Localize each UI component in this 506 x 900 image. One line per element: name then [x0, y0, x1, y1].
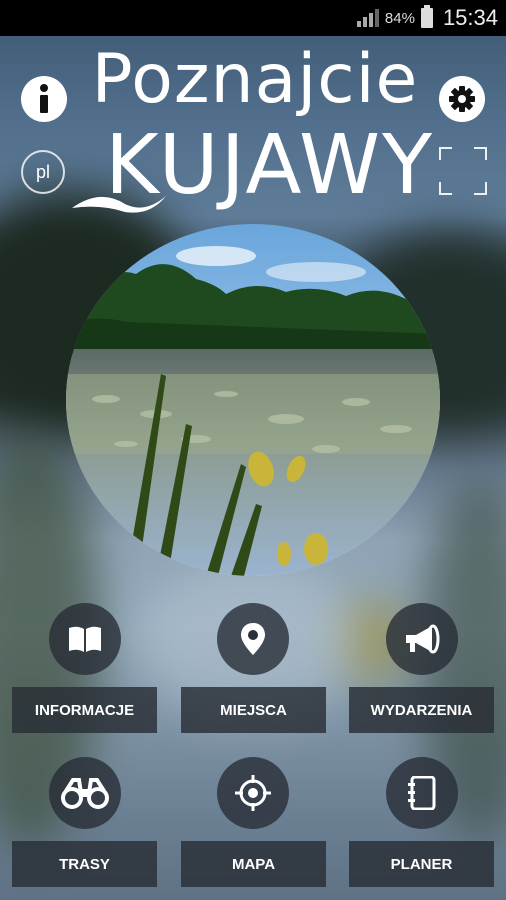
info-button[interactable]	[21, 76, 67, 122]
status-time: 15:34	[442, 5, 498, 30]
informacje-icon-button[interactable]	[49, 603, 121, 675]
signal-icon	[356, 9, 379, 27]
status-bar: 84% 15:34	[0, 0, 506, 36]
battery-percent: 84%	[384, 9, 415, 27]
gear-icon	[449, 86, 475, 112]
fullscreen-button[interactable]	[438, 146, 488, 196]
menu-item-informacje[interactable]: INFORMACJE	[12, 687, 157, 733]
wydarzenia-icon-button[interactable]	[386, 603, 458, 675]
mapa-icon-button[interactable]	[217, 757, 289, 829]
logo-title-line1: Poznajcie	[91, 40, 419, 119]
notebook-icon	[408, 776, 436, 810]
settings-button[interactable]	[439, 76, 485, 122]
trasy-icon-button[interactable]	[49, 757, 121, 829]
crosshair-icon	[235, 775, 271, 811]
info-icon	[40, 84, 48, 113]
menu-item-miejsca[interactable]: MIEJSCA	[181, 687, 326, 733]
battery-icon	[420, 5, 433, 28]
fullscreen-icon	[439, 147, 487, 195]
menu-item-mapa[interactable]: MAPA	[181, 841, 326, 887]
language-button[interactable]: pl	[21, 150, 65, 194]
planer-icon-button[interactable]	[386, 757, 458, 829]
menu-item-planer[interactable]: PLANER	[349, 841, 494, 887]
logo-wave	[72, 196, 166, 213]
binoculars-icon	[61, 778, 109, 809]
miejsca-icon-button[interactable]	[217, 603, 289, 675]
logo: KUJAWY	[70, 118, 440, 218]
hero-photo	[66, 224, 440, 576]
map-pin-icon	[241, 623, 265, 655]
megaphone-icon	[406, 624, 440, 654]
menu-item-trasy[interactable]: TRASY	[12, 841, 157, 887]
book-icon	[69, 626, 101, 652]
menu-item-wydarzenia[interactable]: WYDARZENIA	[349, 687, 494, 733]
